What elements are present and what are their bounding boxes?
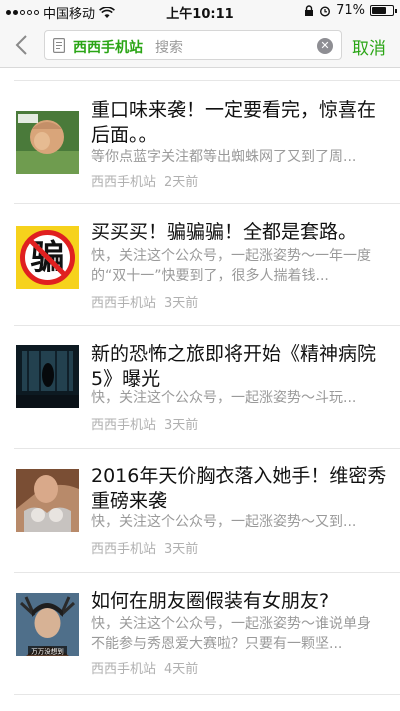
battery-percent: 71%	[336, 3, 365, 18]
battery-icon	[370, 5, 397, 16]
article-time: 3天前	[164, 296, 199, 311]
article-meta: 西西手机站 3天前	[91, 414, 198, 433]
article-item[interactable]: 2016年天价胸衣落入她手！维密秀重磅来袭 快，关注这个公众号，一起涨姿势～又到…	[0, 449, 400, 573]
thumb-caption: 万万没想到	[31, 647, 64, 656]
status-right: 71%	[304, 3, 397, 18]
article-summary: 快，关注这个公众号，一起涨姿势～谁说单身不能参与秀恩爱大赛啦？只要有一颗坚...	[91, 616, 371, 652]
article-item[interactable]: 骗 买买买！骗骗骗！全都是套路。 快，关注这个公众号，一起涨姿势～一年一度的“双…	[0, 204, 400, 326]
clear-icon[interactable]: ✕	[317, 38, 333, 54]
article-summary: 快，关注这个公众号，一起涨姿势～一年一度的“双十一”快要到了，很多人揣着钱...	[91, 248, 371, 284]
article-source: 西西手机站	[91, 175, 157, 190]
article-thumbnail: 骗	[16, 226, 79, 289]
back-icon[interactable]	[12, 33, 34, 57]
article-thumbnail: 万万没想到	[16, 593, 79, 656]
search-scope-label: 西西手机站	[73, 40, 143, 56]
article-time: 2天前	[164, 175, 199, 190]
article-item[interactable]: 重口味来袭！一定要看完，惊喜在后面。。 等你点蓝字关注都等出蜘蛛网了又到了周..…	[0, 80, 400, 204]
search-header: 西西手机站 搜索 ✕ 取消	[0, 22, 400, 68]
battery-fill	[372, 7, 387, 14]
article-item[interactable]: 新的恐怖之旅即将开始《精神病院5》曝光 快，关注这个公众号，一起涨姿势～斗玩..…	[0, 326, 400, 449]
alarm-icon	[320, 5, 331, 17]
cancel-button[interactable]: 取消	[352, 34, 386, 59]
article-time: 4天前	[164, 662, 199, 677]
search-placeholder: 搜索	[155, 40, 183, 56]
article-item[interactable]: 万万没想到 如何在朋友圈假装有女朋友? 快，关注这个公众号，一起涨姿势～谁说单身…	[0, 573, 400, 695]
article-title: 重口味来袭！一定要看完，惊喜在后面。。	[91, 99, 377, 146]
article-icon	[53, 38, 65, 53]
lock-rotation-icon	[305, 4, 314, 16]
article-source: 西西手机站	[91, 542, 157, 557]
status-bar: 中国移动 上午10:11 71%	[0, 0, 400, 22]
article-source: 西西手机站	[91, 418, 157, 433]
article-meta: 西西手机站 3天前	[91, 292, 198, 311]
article-summary: 快，关注这个公众号，一起涨姿势～斗玩...	[91, 390, 357, 406]
article-summary: 等你点蓝字关注都等出蜘蛛网了又到了周...	[91, 149, 357, 165]
article-meta: 西西手机站 4天前	[91, 658, 198, 677]
article-time: 3天前	[164, 418, 199, 433]
article-source: 西西手机站	[91, 296, 157, 311]
article-title: 如何在朋友圈假装有女朋友?	[91, 590, 330, 612]
article-thumbnail	[16, 345, 79, 408]
article-title: 新的恐怖之旅即将开始《精神病院5》曝光	[91, 343, 377, 390]
article-meta: 西西手机站 2天前	[91, 171, 198, 190]
article-thumbnail	[16, 111, 79, 174]
divider	[14, 694, 400, 695]
article-source: 西西手机站	[91, 662, 157, 677]
article-summary: 快，关注这个公众号，一起涨姿势～又到...	[91, 514, 357, 530]
article-time: 3天前	[164, 542, 199, 557]
search-input[interactable]: 西西手机站 搜索 ✕	[44, 30, 342, 60]
article-title: 2016年天价胸衣落入她手！维密秀重磅来袭	[91, 465, 387, 512]
article-title: 买买买！骗骗骗！全都是套路。	[91, 221, 358, 243]
article-meta: 西西手机站 3天前	[91, 538, 198, 557]
article-thumbnail	[16, 469, 79, 532]
